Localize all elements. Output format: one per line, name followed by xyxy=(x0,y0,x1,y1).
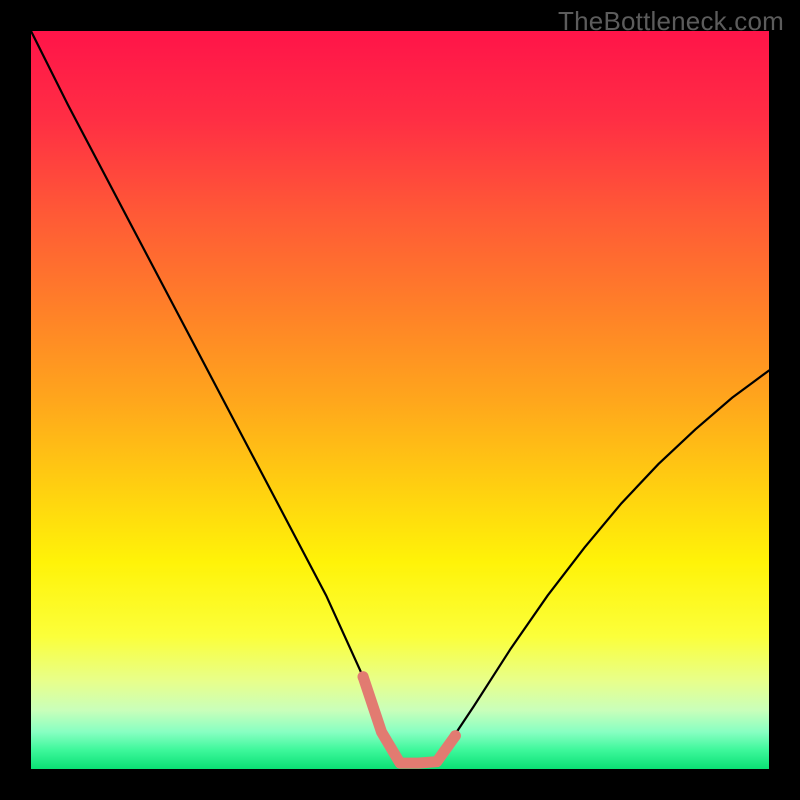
chart-frame: TheBottleneck.com xyxy=(0,0,800,800)
chart-background xyxy=(31,31,769,769)
bottleneck-chart xyxy=(31,31,769,769)
optimal-zone-endpoint xyxy=(358,671,369,682)
optimal-zone-endpoint xyxy=(450,730,461,741)
watermark-text: TheBottleneck.com xyxy=(558,6,784,37)
